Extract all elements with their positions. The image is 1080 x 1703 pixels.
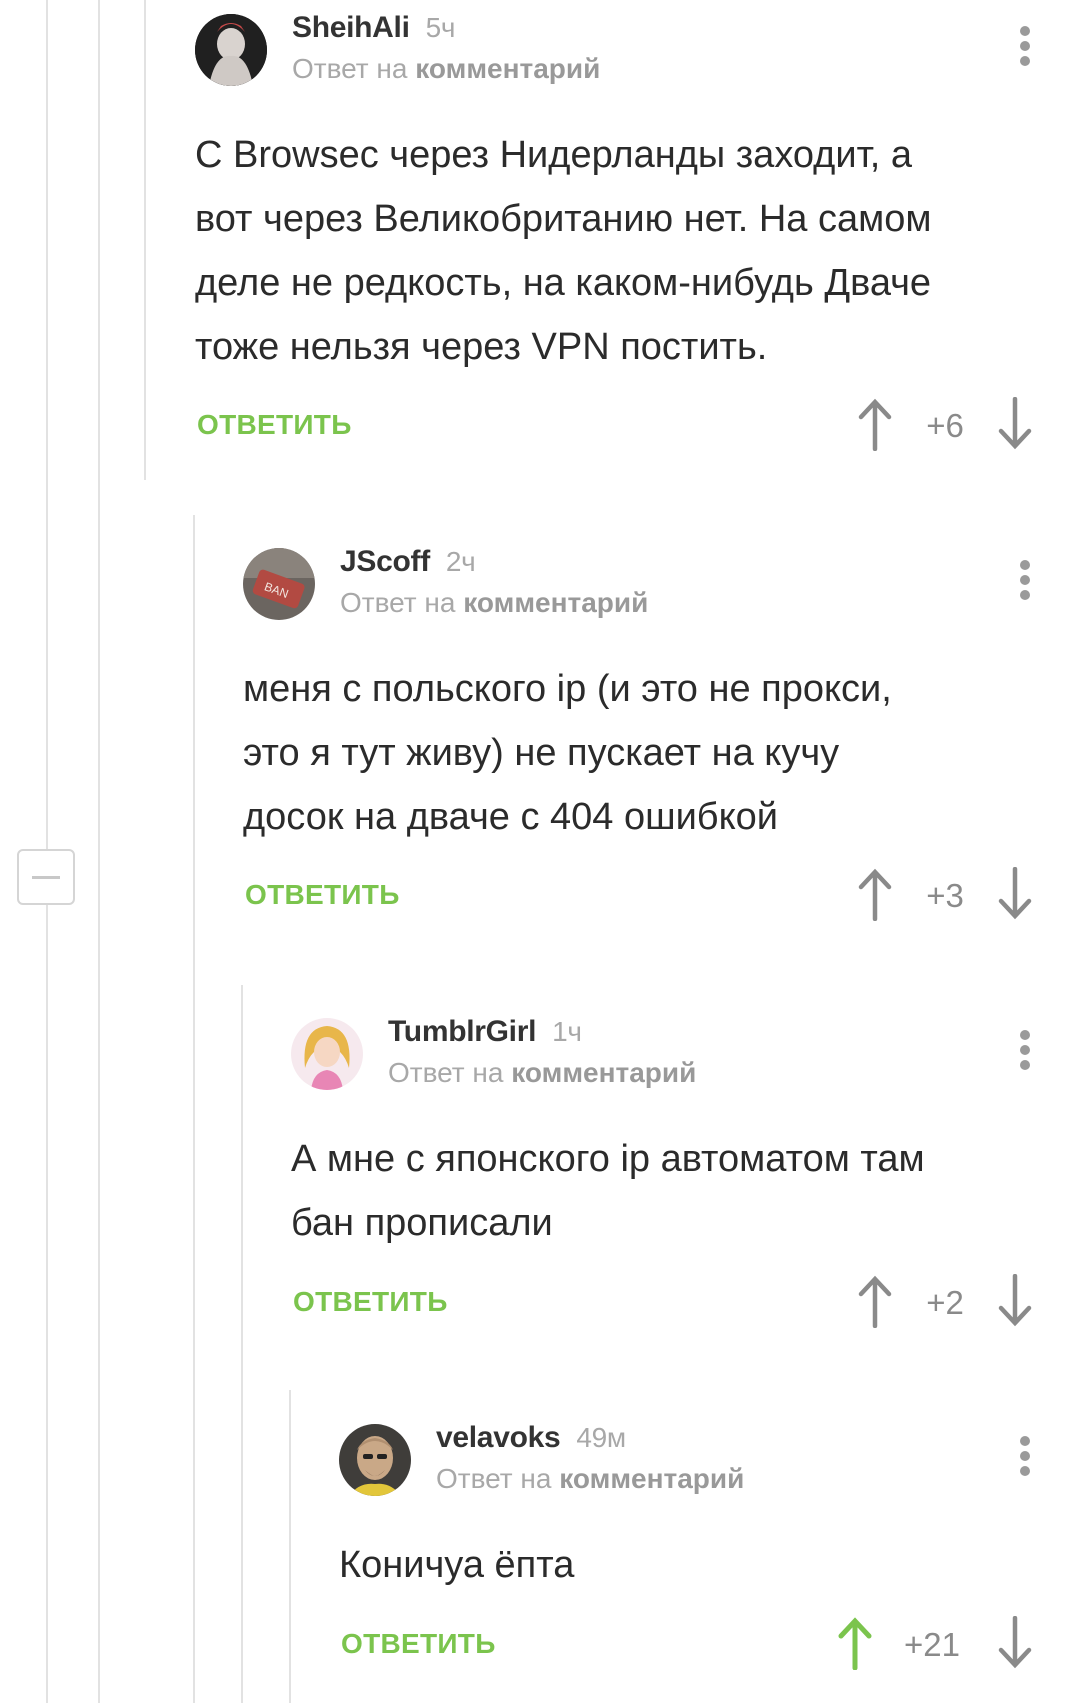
reply-button[interactable]: ОТВЕТИТЬ	[245, 879, 400, 911]
comment-actions: ОТВЕТИТЬ +6	[195, 397, 1033, 457]
comment-text: А мне с японского ip автоматом там бан п…	[291, 1138, 925, 1244]
comment-actions: ОТВЕТИТЬ +3	[243, 867, 1033, 927]
thread-line	[98, 0, 100, 1703]
minus-icon	[32, 876, 60, 879]
reply-to-label: Ответ на комментарий	[436, 1463, 745, 1494]
avatar-tumblrgirl	[291, 1018, 363, 1090]
timestamp: 49м	[576, 1422, 626, 1453]
downvote-arrow-icon[interactable]	[995, 867, 1035, 921]
more-options-icon[interactable]	[1017, 1030, 1033, 1078]
vote-score: +3	[926, 877, 964, 914]
more-options-icon[interactable]	[1017, 1436, 1033, 1484]
comment-actions: ОТВЕТИТЬ +21	[339, 1616, 1033, 1676]
upvote-arrow-icon[interactable]	[855, 867, 895, 921]
timestamp: 1ч	[552, 1016, 582, 1047]
reply-to-link[interactable]: комментарий	[511, 1057, 696, 1088]
comment: SheihAli 5ч Ответ на комментарий С Browse…	[195, 0, 1033, 470]
reply-to-link[interactable]: комментарий	[463, 587, 648, 618]
upvote-arrow-icon[interactable]	[855, 397, 895, 451]
comment-text: меня с польского ip (и это не прокси, эт…	[243, 668, 892, 838]
reply-to-label: Ответ на комментарий	[340, 587, 649, 618]
reply-button[interactable]: ОТВЕТИТЬ	[197, 409, 352, 441]
more-options-icon[interactable]	[1017, 560, 1033, 608]
downvote-arrow-icon[interactable]	[995, 1274, 1035, 1328]
username[interactable]: velavoks 49м	[436, 1421, 626, 1455]
avatar-jscoff: BAN	[243, 548, 315, 620]
upvote-arrow-icon[interactable]	[835, 1616, 875, 1670]
reply-to-link[interactable]: комментарий	[415, 53, 600, 84]
timestamp: 5ч	[425, 12, 456, 43]
reply-button[interactable]: ОТВЕТИТЬ	[341, 1628, 496, 1660]
username[interactable]: SheihAli 5ч	[292, 11, 455, 45]
avatar[interactable]: BAN	[243, 548, 315, 620]
more-options-icon[interactable]	[1017, 26, 1033, 74]
thread-line	[241, 985, 243, 1703]
downvote-arrow-icon[interactable]	[995, 1616, 1035, 1670]
comment-text: С Browsec через Нидерланды заходит, а во…	[195, 134, 932, 368]
thread-line	[289, 1390, 291, 1703]
downvote-arrow-icon[interactable]	[995, 397, 1035, 451]
avatar[interactable]	[339, 1424, 411, 1496]
thread-line	[193, 515, 195, 1703]
username[interactable]: TumblrGirl 1ч	[388, 1015, 582, 1049]
comment-actions: ОТВЕТИТЬ +2	[291, 1274, 1033, 1334]
vote-score: +6	[926, 407, 964, 444]
vote-score: +2	[926, 1284, 964, 1321]
reply-to-label: Ответ на комментарий	[292, 53, 601, 84]
comment: TumblrGirl 1ч Ответ на комментарий А мне …	[291, 1004, 1033, 1364]
avatar-sheihali	[195, 14, 267, 86]
thread-line	[144, 0, 146, 480]
reply-to-label: Ответ на комментарий	[388, 1057, 697, 1088]
avatar[interactable]	[195, 14, 267, 86]
comment: velavoks 49м Ответ на комментарий Коничуа…	[339, 1410, 1033, 1703]
vote-score: +21	[904, 1626, 960, 1663]
avatar[interactable]	[291, 1018, 363, 1090]
reply-to-link[interactable]: комментарий	[559, 1463, 744, 1494]
upvote-arrow-icon[interactable]	[855, 1274, 895, 1328]
reply-button[interactable]: ОТВЕТИТЬ	[293, 1286, 448, 1318]
comment: BAN JScoff 2ч Ответ на комментарий меня с…	[243, 534, 1033, 954]
collapse-thread-button[interactable]	[17, 849, 75, 905]
avatar-velavoks	[339, 1424, 411, 1496]
timestamp: 2ч	[445, 546, 476, 577]
username[interactable]: JScoff 2ч	[340, 545, 476, 579]
comment-text: Коничуа ёпта	[339, 1544, 575, 1586]
